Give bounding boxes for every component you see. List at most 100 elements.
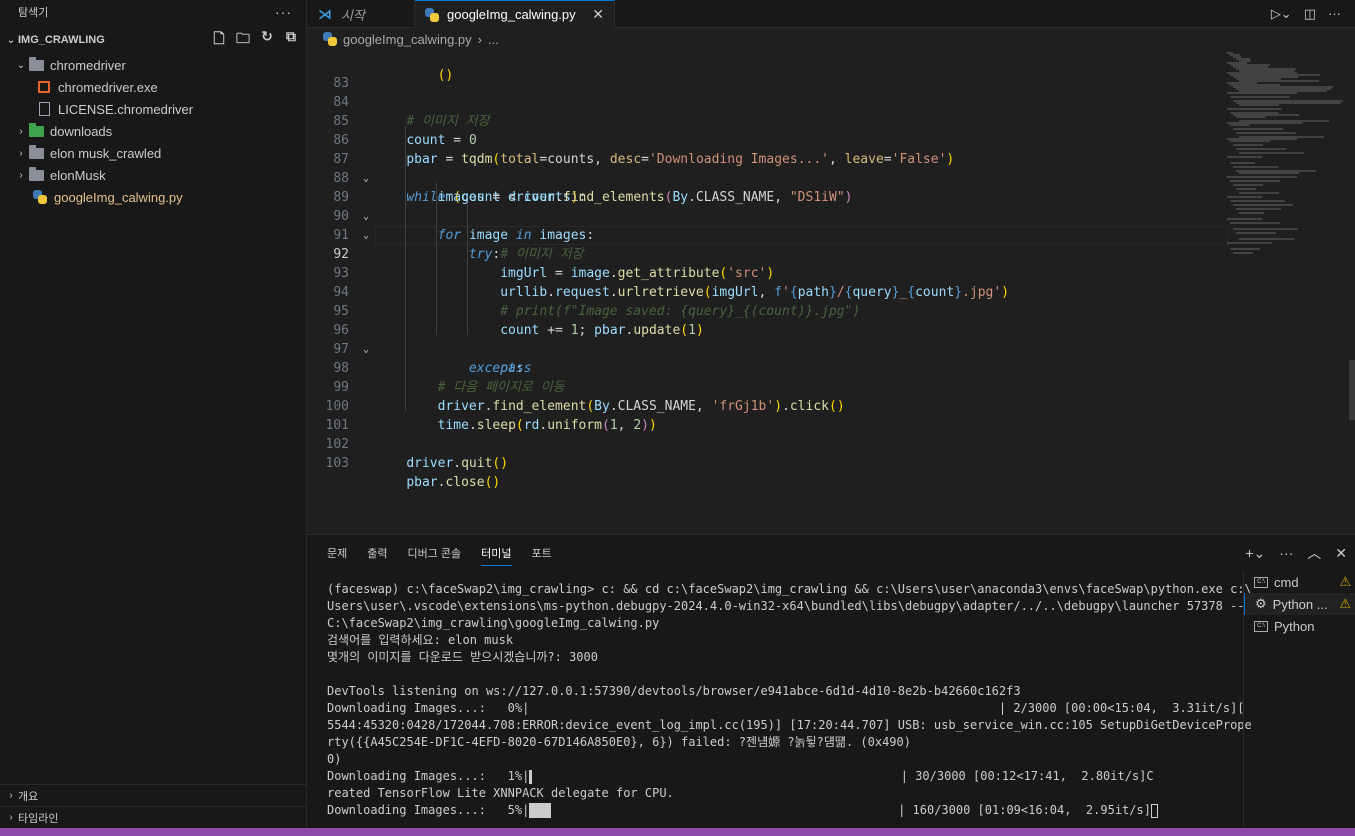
code-line: 101 <box>325 418 349 433</box>
minimap-line <box>1236 148 1286 150</box>
terminal-icon: C:\ <box>1254 576 1268 588</box>
tree-file-chromedriver-exe[interactable]: chromedriver.exe <box>0 76 306 98</box>
breadcrumb-file[interactable]: googleImg_calwing.py <box>343 32 472 47</box>
tree-folder-elon-musk-crawled[interactable]: › elon musk_crawled <box>0 142 306 164</box>
tab-problems[interactable]: 문제 <box>327 541 347 565</box>
folder-downloads-icon <box>28 122 44 138</box>
code-line: 85 count = 0 <box>333 114 477 148</box>
progress-bar-fill <box>529 803 552 818</box>
minimap[interactable] <box>1227 50 1347 534</box>
refresh-icon[interactable]: ↻ <box>258 28 276 52</box>
explorer-header: 탐색기 ··· <box>0 0 306 24</box>
tree-file-googleimg-calwing[interactable]: googleImg_calwing.py <box>0 186 306 208</box>
timeline-title: 타임라인 <box>18 812 59 825</box>
python-file-icon <box>32 190 48 204</box>
terminal-line: Users\user\.vscode\extensions\ms-python.… <box>327 599 1245 613</box>
tree-folder-elonmusk[interactable]: › elonMusk <box>0 164 306 186</box>
code-line: 93 urllib.request.urlretrieve(imgUrl, f'… <box>333 266 1010 300</box>
minimap-line <box>1239 104 1279 106</box>
code-line: 96 ⌄ except: <box>333 323 524 376</box>
more-actions-icon[interactable]: ··· <box>1328 6 1341 21</box>
folder-icon <box>28 144 44 160</box>
terminal-line: 몇개의 이미지를 다운로드 받으시겠습니까?: 3000 <box>327 650 598 664</box>
close-icon[interactable]: ✕ <box>592 6 604 23</box>
explorer-actions: 🗋 🗀 ↻ ⧉ <box>210 28 306 52</box>
minimap-line <box>1239 172 1299 174</box>
panel-actions: +⌄ ··· ︿ ✕ <box>1245 543 1355 563</box>
terminal-output[interactable]: (faceswap) c:\faceSwap2\img_crawling> c:… <box>327 581 1252 819</box>
breadcrumb: googleImg_calwing.py › ... <box>307 28 1355 50</box>
close-panel-icon[interactable]: ✕ <box>1335 545 1347 562</box>
split-editor-icon[interactable]: ◫ <box>1304 6 1316 22</box>
maximize-panel-icon[interactable]: ︿ <box>1307 543 1321 563</box>
code-editor[interactable]: () 83 84 # 이미지 저장 85 count = 0 86 pbar =… <box>307 50 1355 534</box>
editor-actions: ▷⌄ ◫ ··· <box>1271 0 1355 27</box>
timeline-section[interactable]: › 타임라인 <box>0 806 306 828</box>
editor-tab-bar: ⋊ 시작 googleImg_calwing.py ✕ ▷⌄ ◫ ··· <box>307 0 1355 28</box>
tree-label: chromedriver.exe <box>58 79 158 95</box>
chevron-right-icon: › <box>9 812 13 823</box>
minimap-line <box>1239 152 1304 154</box>
tab-debug-console[interactable]: 디버그 콘솔 <box>408 541 462 565</box>
new-terminal-icon[interactable]: +⌄ <box>1245 545 1265 562</box>
terminal-progress-line: Downloading Images...: 1%| | 30/3000 [00… <box>327 769 1154 784</box>
tab-ports[interactable]: 포트 <box>532 541 552 565</box>
minimap-line <box>1236 208 1281 210</box>
minimap-line <box>1227 218 1262 220</box>
tab-googleimg-calwing[interactable]: googleImg_calwing.py ✕ <box>415 0 615 28</box>
more-actions-icon[interactable]: ··· <box>275 4 292 20</box>
outline-section[interactable]: › 개요 <box>0 784 306 806</box>
new-file-icon[interactable]: 🗋 <box>210 28 228 52</box>
tree-label: LICENSE.chromedriver <box>58 101 194 117</box>
tab-label: 시작 <box>341 7 365 23</box>
minimap-line <box>1230 96 1290 98</box>
minimap-line <box>1233 252 1253 254</box>
tab-welcome[interactable]: ⋊ 시작 <box>307 0 415 28</box>
terminal-progress-line: Downloading Images...: 5%| | 160/3000 [0… <box>327 802 1237 819</box>
terminal-item-python-debug[interactable]: ⚙ Python ... ⚠ <box>1244 593 1355 615</box>
chevron-right-icon: › <box>19 147 23 159</box>
tree-folder-downloads[interactable]: › downloads <box>0 120 306 142</box>
more-actions-icon[interactable]: ··· <box>1279 545 1293 561</box>
minimap-line <box>1227 242 1272 244</box>
tree-label: downloads <box>50 123 113 139</box>
terminal-line: (faceswap) c:\faceSwap2\img_crawling> c:… <box>327 582 1252 596</box>
tree-label: googleImg_calwing.py <box>54 189 183 205</box>
tree-label: elon musk_crawled <box>50 145 162 161</box>
terminal-item-cmd[interactable]: C:\ cmd ⚠ <box>1244 571 1355 593</box>
python-file-icon <box>425 7 439 22</box>
file-icon <box>36 102 52 116</box>
minimap-line <box>1227 196 1262 198</box>
terminal-label: cmd <box>1274 574 1299 590</box>
terminal-line: C:\faceSwap2\img_crawling\googleImg_calw… <box>327 616 660 630</box>
editor-scrollbar[interactable] <box>1349 360 1355 420</box>
new-folder-icon[interactable]: 🗀 <box>234 28 252 52</box>
breadcrumb-more[interactable]: ... <box>488 32 499 47</box>
tab-output[interactable]: 출력 <box>367 541 387 565</box>
explorer-sidebar: 탐색기 ··· ⌄ IMG_CRAWLING 🗋 🗀 ↻ ⧉ ⌄ chromed… <box>0 0 307 828</box>
workspace-section[interactable]: ⌄ IMG_CRAWLING 🗋 🗀 ↻ ⧉ <box>0 26 306 54</box>
minimap-line <box>1233 166 1278 168</box>
minimap-line <box>1230 248 1260 250</box>
folder-icon <box>28 166 44 182</box>
run-icon[interactable]: ▷⌄ <box>1271 6 1292 22</box>
collapse-all-icon[interactable]: ⧉ <box>282 28 300 52</box>
minimap-line <box>1227 156 1262 158</box>
code-line: 88 images = driver.find_elements(By.CLAS… <box>333 171 853 205</box>
minimap-line <box>1230 180 1280 182</box>
minimap-line <box>1236 116 1266 118</box>
minimap-line <box>1227 108 1282 110</box>
code-line: 83 <box>333 76 349 91</box>
minimap-line <box>1233 184 1263 186</box>
tab-terminal[interactable]: 터미널 <box>481 541 512 566</box>
terminal-item-python[interactable]: C:\ Python <box>1244 615 1355 637</box>
tree-folder-chromedriver[interactable]: ⌄ chromedriver <box>0 54 306 76</box>
chevron-down-icon: ⌄ <box>6 34 16 46</box>
exe-file-icon <box>36 80 52 94</box>
tree-label: elonMusk <box>50 167 106 183</box>
tree-file-license[interactable]: LICENSE.chromedriver <box>0 98 306 120</box>
terminal-line: Downloading Images...: 0%| | 2/3000 [00:… <box>327 701 1245 715</box>
terminal-line: 0) <box>327 752 342 766</box>
sidebar-bottom-panels: › 개요 › 타임라인 <box>0 784 306 828</box>
